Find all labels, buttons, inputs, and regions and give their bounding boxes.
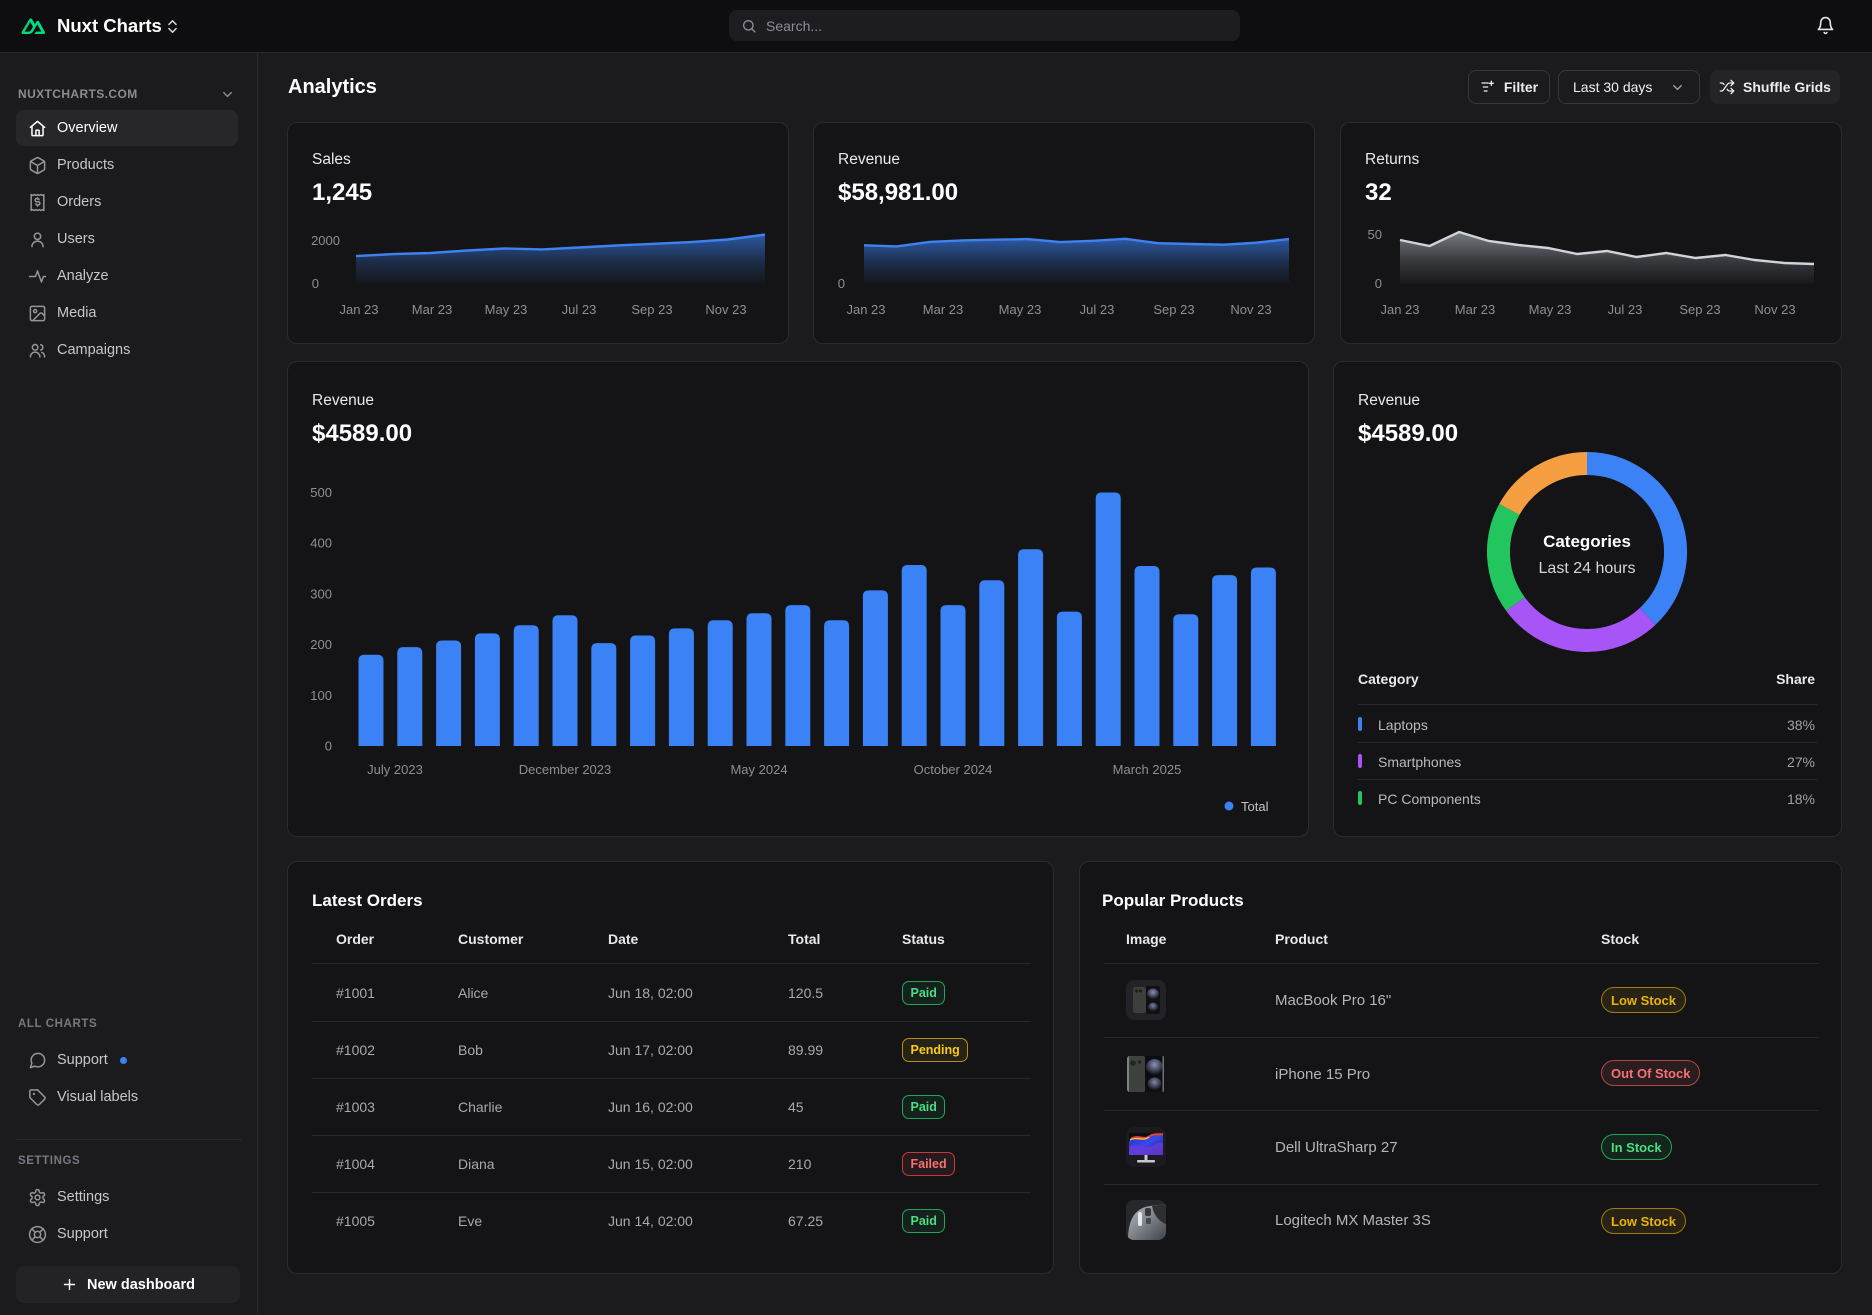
svg-text:Jul 23: Jul 23	[1608, 302, 1643, 317]
svg-text:March 2025: March 2025	[1113, 762, 1182, 777]
svg-text:July 2023: July 2023	[367, 762, 423, 777]
svg-text:Nov 23: Nov 23	[1754, 302, 1795, 317]
svg-text:Sep 23: Sep 23	[631, 302, 672, 317]
svg-text:2000: 2000	[311, 233, 340, 248]
svg-text:December 2023: December 2023	[519, 762, 612, 777]
svg-text:300: 300	[310, 586, 332, 601]
svg-text:0: 0	[838, 276, 845, 291]
svg-text:May 2024: May 2024	[730, 762, 787, 777]
svg-text:500: 500	[310, 485, 332, 500]
svg-text:400: 400	[310, 536, 332, 551]
svg-text:50: 50	[1368, 227, 1382, 242]
svg-text:Mar 23: Mar 23	[923, 302, 963, 317]
svg-text:200: 200	[310, 637, 332, 652]
svg-text:0: 0	[325, 739, 332, 754]
svg-text:May 23: May 23	[1529, 302, 1572, 317]
svg-text:Sep 23: Sep 23	[1679, 302, 1720, 317]
svg-text:Mar 23: Mar 23	[412, 302, 452, 317]
svg-text:Total: Total	[1241, 799, 1269, 814]
svg-text:Mar 23: Mar 23	[1455, 302, 1495, 317]
svg-text:Nov 23: Nov 23	[1230, 302, 1271, 317]
svg-text:Jan 23: Jan 23	[1380, 302, 1419, 317]
svg-text:0: 0	[312, 276, 319, 291]
svg-text:May 23: May 23	[999, 302, 1042, 317]
svg-text:Jan 23: Jan 23	[846, 302, 885, 317]
svg-text:Jan 23: Jan 23	[339, 302, 378, 317]
svg-text:Jul 23: Jul 23	[1080, 302, 1115, 317]
svg-text:100: 100	[310, 688, 332, 703]
svg-text:Last 24 hours: Last 24 hours	[1539, 560, 1636, 577]
svg-text:Jul 23: Jul 23	[562, 302, 597, 317]
svg-text:Sep 23: Sep 23	[1153, 302, 1194, 317]
svg-text:Nov 23: Nov 23	[705, 302, 746, 317]
svg-text:Categories: Categories	[1543, 532, 1631, 551]
svg-text:0: 0	[1375, 276, 1382, 291]
svg-text:October 2024: October 2024	[914, 762, 993, 777]
svg-text:May 23: May 23	[485, 302, 528, 317]
